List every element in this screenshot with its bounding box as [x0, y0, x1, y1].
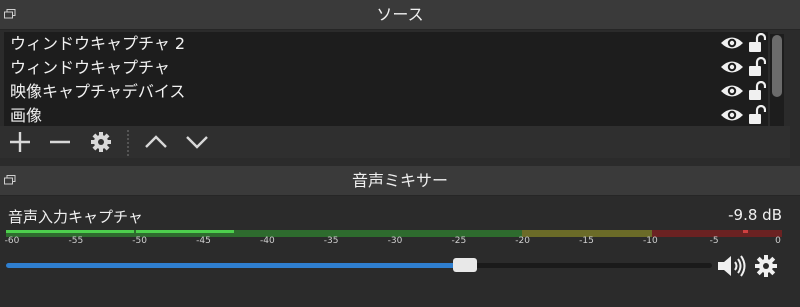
volume-slider-fill: [6, 263, 465, 268]
eye-icon[interactable]: [720, 35, 744, 51]
meter-tick-label: -60: [4, 236, 20, 246]
channel-name: 音声入力キャプチャ: [8, 208, 143, 226]
meter-tick-label: -5: [709, 236, 719, 246]
gear-icon[interactable]: [754, 254, 778, 278]
scroll-thumb[interactable]: [772, 35, 782, 97]
gear-icon[interactable]: [87, 130, 115, 154]
meter-tick-label: -50: [132, 236, 148, 246]
meter-tick-label: -15: [579, 236, 594, 246]
source-item[interactable]: 画像: [4, 104, 768, 126]
meter-tick-label: -10: [642, 236, 658, 246]
meter-tick-label: -40: [259, 236, 275, 246]
sources-toolbar: [0, 126, 790, 158]
chevron-up-icon[interactable]: [142, 130, 170, 154]
source-item[interactable]: 映像キャプチャデバイス: [4, 80, 768, 103]
meter-tick-label: -30: [387, 236, 403, 246]
sources-dock-header: ソース: [0, 0, 800, 30]
mixer-channel: 音声入力キャプチャ -9.8 dB: [0, 197, 790, 307]
chevron-down-icon[interactable]: [183, 130, 211, 154]
eye-icon[interactable]: [720, 59, 744, 75]
source-label: 画像: [10, 106, 43, 125]
source-label: 映像キャプチャデバイス: [10, 82, 186, 101]
sources-title: ソース: [376, 5, 424, 24]
volume-slider-handle[interactable]: [452, 258, 477, 272]
meter-scale: -60 -55 -50 -45 -40 -35 -30 -25 -20 -15 -10 -5 0: [0, 236, 800, 250]
meter-tick-label: -35: [323, 236, 339, 246]
toolbar-separator: [127, 130, 129, 156]
mixer-dock-header: 音声ミキサー: [0, 166, 800, 196]
meter-tick-label: -45: [196, 236, 211, 246]
eye-icon[interactable]: [720, 83, 744, 99]
mixer-title: 音声ミキサー: [351, 171, 448, 190]
unlocked-icon[interactable]: [748, 105, 766, 125]
meter-tick-label: -25: [451, 236, 467, 246]
unlocked-icon[interactable]: [748, 33, 766, 53]
source-label: ウィンドウキャプチャ: [10, 58, 170, 77]
meter-tick-label: 0: [775, 236, 781, 246]
volume-slider[interactable]: [6, 258, 712, 272]
source-item[interactable]: ウィンドウキャプチャ: [4, 56, 768, 79]
unlocked-icon[interactable]: [748, 57, 766, 77]
source-label: ウィンドウキャプチャ 2: [10, 34, 186, 53]
meter-tick-label: -55: [68, 236, 84, 246]
sources-scrollbar[interactable]: [770, 34, 784, 126]
unlocked-icon[interactable]: [748, 81, 766, 101]
speaker-icon[interactable]: [716, 253, 748, 279]
sources-list[interactable]: ウィンドウキャプチャ 2 ウィンドウキャプチャ 映像キャプチャデバイス 画像: [4, 32, 768, 126]
eye-icon[interactable]: [720, 107, 744, 123]
channel-db-readout: -9.8 dB: [728, 206, 782, 224]
meter-tick-label: -20: [515, 236, 531, 246]
remove-icon[interactable]: [46, 130, 74, 154]
source-item[interactable]: ウィンドウキャプチャ 2: [4, 32, 768, 55]
add-icon[interactable]: [6, 130, 34, 154]
